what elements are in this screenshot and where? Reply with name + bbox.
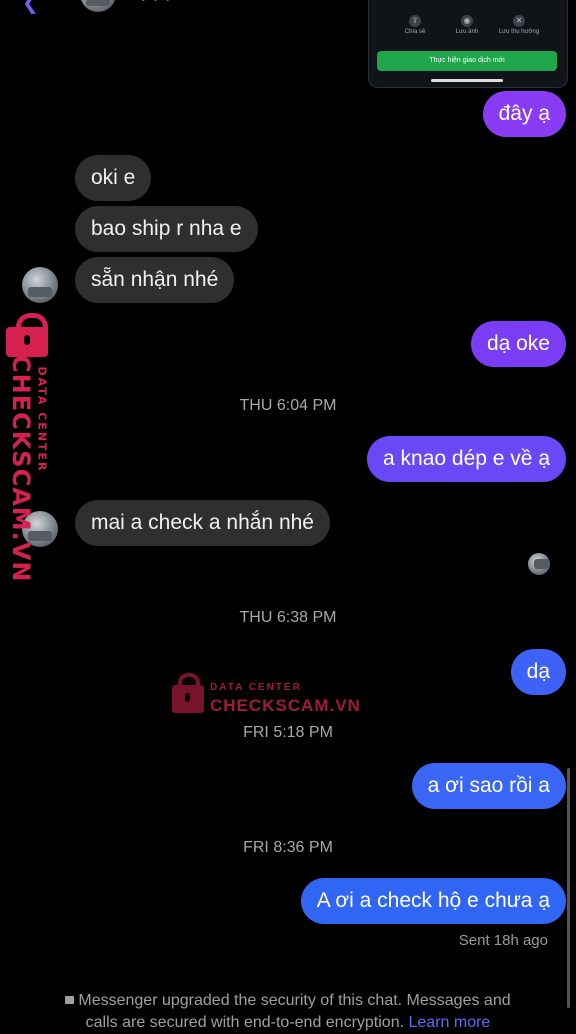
timestamp: FRI 5:18 PM — [243, 724, 333, 741]
shared-image-card[interactable]: ⇪ Chia sẻ ◉ Lưu ảnh ✕ Lưu thụ hưởng Thực… — [368, 0, 568, 88]
read-receipt-avatar — [528, 553, 550, 575]
scrollbar[interactable] — [567, 768, 570, 1008]
header-back-chevron[interactable]: ❮ — [22, 0, 39, 15]
learn-more-link[interactable]: Learn more — [409, 1014, 491, 1031]
card-action-share[interactable]: ⇪ Chia sẻ — [395, 15, 435, 35]
watermark-datacenter-vertical: DATA CENTER — [35, 366, 49, 473]
share-icon: ⇪ — [409, 15, 421, 27]
card-action-label: Lưu ảnh — [455, 29, 479, 35]
card-action-label: Lưu thụ hưởng — [498, 29, 540, 35]
header-title[interactable]: · · · — [140, 0, 171, 11]
timestamp: THU 6:38 PM — [239, 609, 337, 626]
home-indicator — [431, 79, 503, 82]
card-action-save-image[interactable]: ◉ Lưu ảnh — [447, 15, 487, 35]
message-bubble-received[interactable]: mai a check a nhắn nhé — [75, 500, 330, 546]
encryption-notice: Messenger upgraded the security of this … — [0, 990, 576, 1034]
watermark-brand-vertical: CHECKSCAM.VN — [7, 355, 35, 583]
camera-icon: ◉ — [461, 15, 473, 27]
message-bubble-sent[interactable]: dạ — [510, 649, 566, 695]
timestamp: THU 6:04 PM — [239, 397, 337, 414]
contact-avatar[interactable] — [22, 267, 58, 303]
message-bubble-sent[interactable]: dạ oke — [470, 321, 566, 367]
watermark-lock-icon — [6, 313, 60, 357]
encryption-notice-line1: Messenger upgraded the security of this … — [78, 992, 511, 1009]
timestamp: FRI 8:36 PM — [243, 839, 333, 856]
message-bubble-received[interactable]: bao ship r nha e — [75, 206, 258, 252]
new-transaction-button[interactable]: Thực hiện giao dịch mới — [377, 51, 557, 71]
message-bubble-received[interactable]: oki e — [75, 155, 152, 201]
watermark-brand: CHECKSCAM.VN — [210, 696, 361, 715]
card-action-label: Chia sẻ — [404, 29, 426, 35]
lock-icon — [65, 996, 75, 1004]
watermark-datacenter: DATA CENTER — [210, 682, 302, 693]
message-bubble-sent[interactable]: đây ạ — [482, 91, 566, 137]
encryption-notice-line2: calls are secured with end-to-end encryp… — [85, 1014, 405, 1031]
message-status: Sent 18h ago — [458, 932, 548, 949]
header-avatar[interactable] — [80, 0, 116, 12]
message-bubble-sent[interactable]: A ơi a check hộ e chưa ạ — [300, 878, 566, 924]
message-bubble-sent[interactable]: a ơi sao rồi a — [411, 763, 566, 809]
message-bubble-sent[interactable]: a knao dép e về ạ — [367, 436, 566, 482]
close-icon: ✕ — [513, 15, 525, 27]
message-bubble-received[interactable]: sẵn nhận nhé — [75, 257, 235, 303]
card-action-save-beneficiary[interactable]: ✕ Lưu thụ hưởng — [493, 15, 545, 35]
watermark-lock-icon — [172, 673, 204, 713]
